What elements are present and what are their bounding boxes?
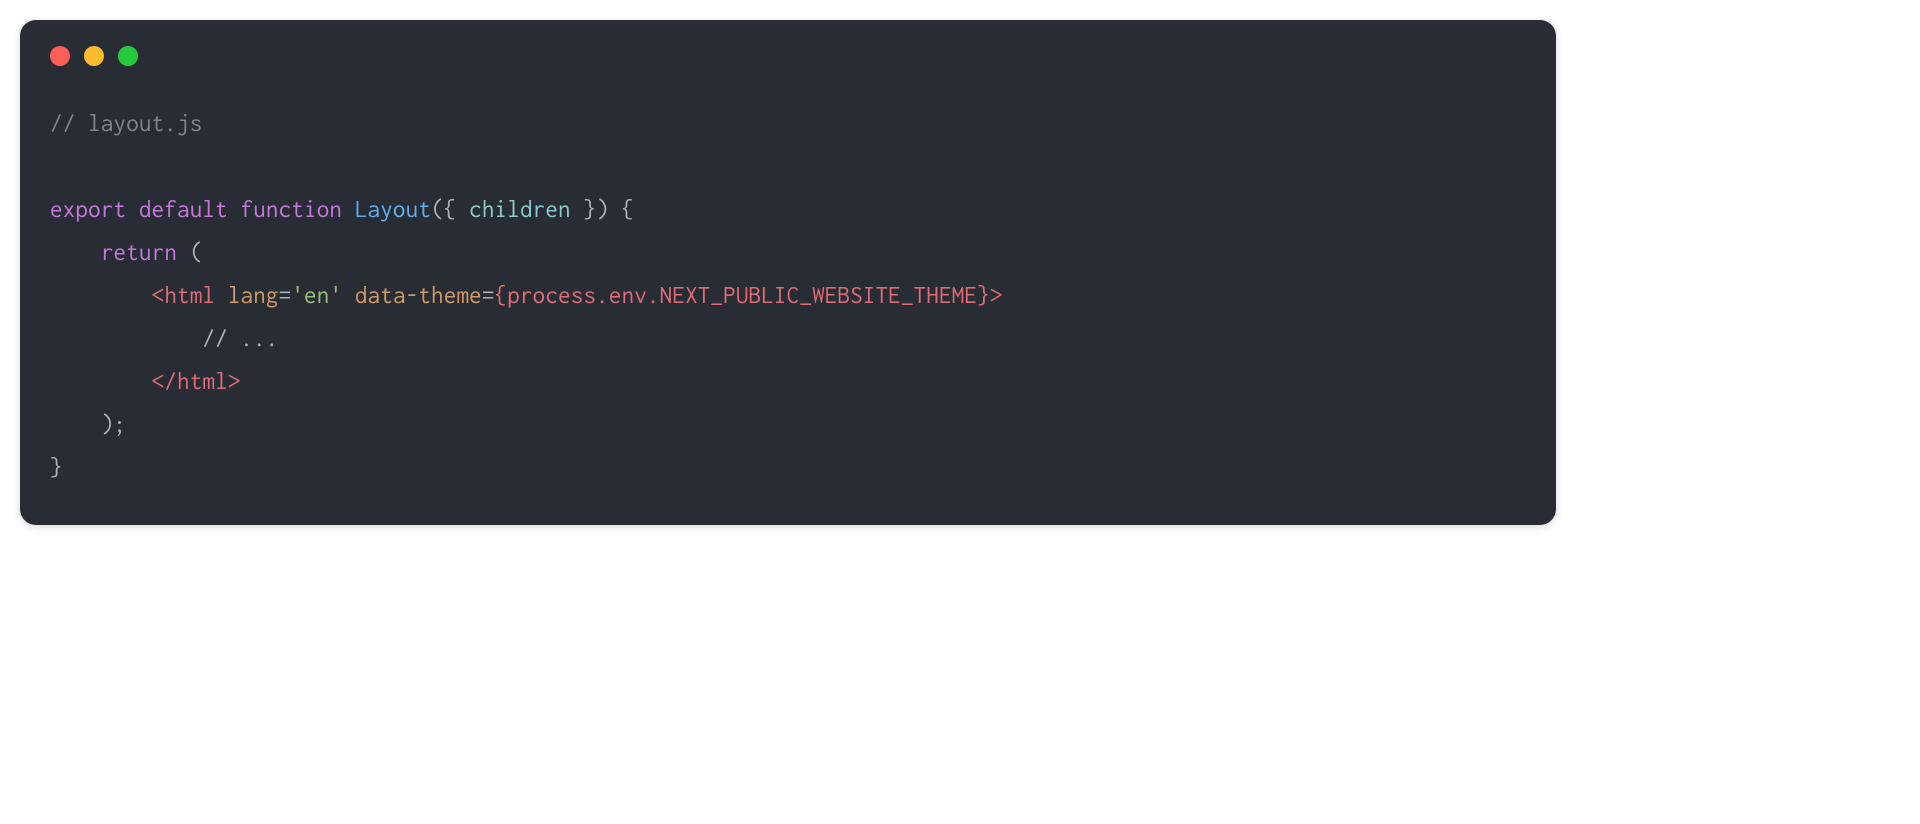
tag-bracket: </ (152, 368, 177, 394)
keyword-function: function (241, 196, 343, 222)
paren: ( (177, 239, 202, 265)
jsx-expression: process.env.NEXT_PUBLIC_WEBSITE_THEME (507, 282, 977, 308)
eq: = (482, 282, 495, 308)
indent (50, 325, 202, 351)
keyword-default: default (139, 196, 228, 222)
indent (50, 282, 152, 308)
tag-html: html (164, 282, 215, 308)
jsx-brace: } (977, 282, 990, 308)
code-window: // layout.js export default function Lay… (20, 20, 1556, 525)
destruct-brace: } (571, 196, 596, 222)
code-comment: // layout.js (50, 110, 202, 136)
param-children: children (469, 196, 571, 222)
brace: { (609, 196, 634, 222)
indent (50, 411, 101, 437)
indent (50, 239, 101, 265)
string-en: 'en' (291, 282, 342, 308)
code-body: // layout.js export default function Lay… (20, 66, 1556, 525)
keyword-return: return (101, 239, 177, 265)
eq: = (279, 282, 292, 308)
tag-bracket: < (152, 282, 165, 308)
destruct-brace: { (444, 196, 469, 222)
jsx-brace: { (495, 282, 508, 308)
paren: ) (596, 196, 609, 222)
tag-html-close: html (177, 368, 228, 394)
indent (50, 368, 152, 394)
traffic-light-minimize-icon[interactable] (84, 46, 104, 66)
function-name: Layout (355, 196, 431, 222)
code-comment-inline: // ... (202, 325, 278, 351)
tag-bracket: > (228, 368, 241, 394)
attr-data-theme: data-theme (355, 282, 482, 308)
traffic-light-maximize-icon[interactable] (118, 46, 138, 66)
paren-close: ); (101, 411, 126, 437)
tag-bracket: > (990, 282, 1003, 308)
brace-close: } (50, 454, 63, 480)
window-titlebar (20, 20, 1556, 66)
traffic-light-close-icon[interactable] (50, 46, 70, 66)
keyword-export: export (50, 196, 126, 222)
attr-lang: lang (228, 282, 279, 308)
paren: ( (431, 196, 444, 222)
